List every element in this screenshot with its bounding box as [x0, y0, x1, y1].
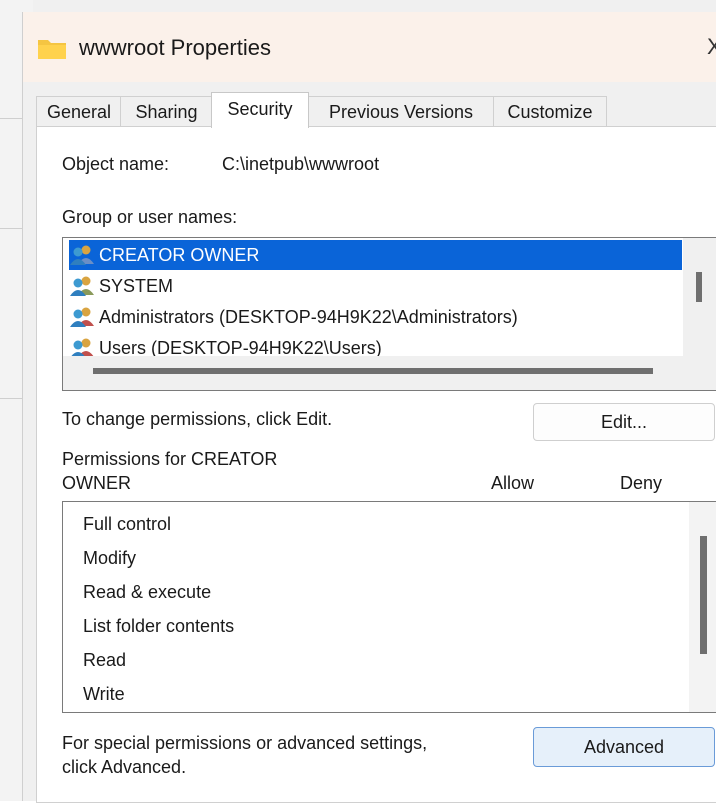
advanced-button[interactable]: Advanced [533, 727, 715, 767]
object-name-label: Object name: [62, 154, 170, 174]
list-item-system[interactable]: SYSTEM [69, 271, 173, 301]
title-bar[interactable]: wwwroot Properties X [23, 12, 716, 82]
tab-customize[interactable]: Customize [493, 96, 607, 127]
object-name-value: C:\inetpub\wwwroot [222, 154, 380, 174]
close-icon[interactable]: X [707, 34, 716, 60]
user-name: Administrators (DESKTOP-94H9K22\Administ… [99, 306, 518, 327]
allow-column-header: Allow [491, 473, 535, 493]
change-permissions-hint: To change permissions, click Edit. [62, 409, 333, 429]
horizontal-scrollbar-thumb[interactable] [93, 368, 653, 374]
list-item-creator-owner[interactable]: CREATOR OWNER [69, 240, 682, 270]
window-title: wwwroot Properties [79, 35, 271, 60]
permissions-scrollbar[interactable] [689, 502, 716, 712]
permissions-scrollbar-thumb[interactable] [700, 536, 707, 654]
properties-dialog: wwwroot Properties X General Sharing Sec… [22, 12, 716, 803]
permission-list-folder-contents: List folder contents [83, 616, 235, 636]
tab-previous-versions[interactable]: Previous Versions [307, 96, 495, 127]
background-window-edge [0, 0, 716, 12]
users-icon [70, 276, 94, 296]
advanced-hint-line2: click Advanced. [62, 757, 187, 777]
group-user-label: Group or user names: [62, 207, 238, 227]
list-item-administrators[interactable]: Administrators (DESKTOP-94H9K22\Administ… [69, 302, 518, 332]
background-divider [0, 118, 22, 119]
tab-security[interactable]: Security [211, 92, 309, 128]
vertical-scrollbar-thumb[interactable] [696, 272, 702, 302]
background-divider [0, 398, 22, 399]
deny-column-header: Deny [620, 473, 663, 493]
users-icon [71, 338, 94, 356]
background-divider [0, 228, 22, 229]
permissions-list[interactable]: Full control Modify Read & execute List … [62, 501, 716, 713]
list-item-users[interactable]: Users (DESKTOP-94H9K22\Users) [69, 333, 382, 356]
user-name: Users (DESKTOP-94H9K22\Users) [99, 337, 382, 357]
permission-read-execute: Read & execute [83, 582, 212, 602]
edit-button[interactable]: Edit... [533, 403, 715, 441]
folder-icon [38, 40, 66, 59]
user-name: CREATOR OWNER [99, 244, 260, 265]
permission-full-control: Full control [83, 514, 172, 534]
user-list[interactable]: CREATOR OWNER SYSTEM Administrators (DES… [62, 237, 716, 391]
user-list-viewport: CREATOR OWNER SYSTEM Administrators (DES… [63, 238, 683, 356]
permissions-for-label-line2: OWNER [62, 473, 131, 493]
user-name: SYSTEM [99, 275, 174, 296]
users-icon [70, 245, 94, 265]
users-icon [70, 307, 94, 327]
tab-sharing[interactable]: Sharing [120, 96, 213, 127]
permission-modify: Modify [83, 548, 137, 568]
permission-write: Write [83, 684, 125, 704]
advanced-hint-line1: For special permissions or advanced sett… [62, 733, 428, 753]
permissions-for-label: Permissions for CREATOR [62, 449, 278, 469]
security-panel: Object name: C:\inetpub\wwwroot Group or… [36, 126, 716, 803]
tab-general[interactable]: General [36, 96, 122, 127]
permission-read: Read [83, 650, 127, 670]
